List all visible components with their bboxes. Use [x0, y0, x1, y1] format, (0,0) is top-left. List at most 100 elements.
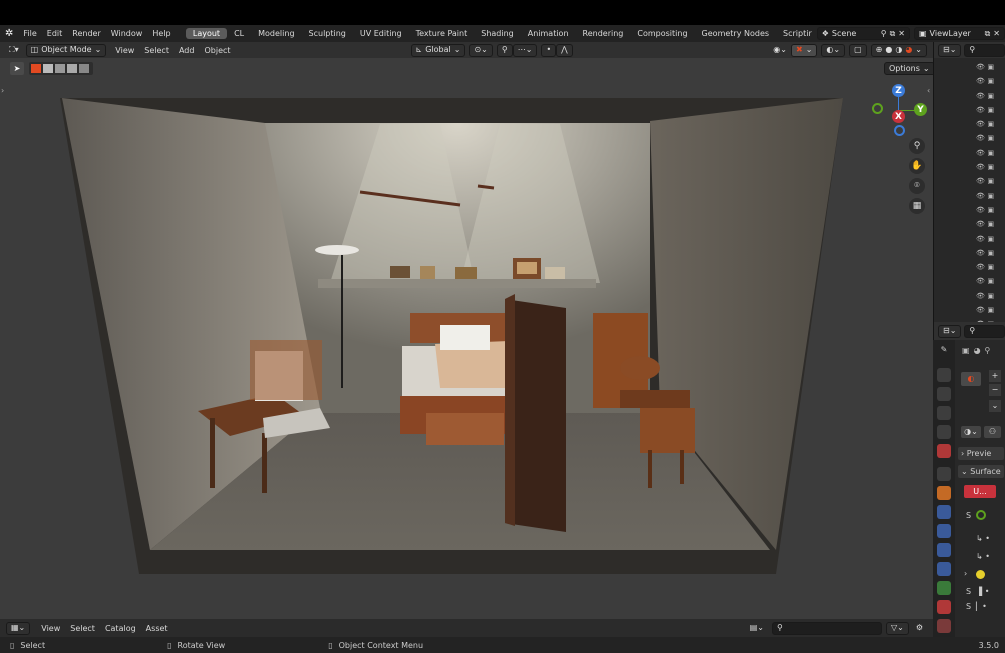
socket-row[interactable]: ↳ • — [976, 552, 990, 561]
collection-tab-icon[interactable] — [937, 467, 951, 481]
tab-texture-paint[interactable]: Texture Paint — [409, 28, 475, 39]
tab-sculpting[interactable]: Sculpting — [302, 28, 353, 39]
camera-icon[interactable]: ▣ — [987, 149, 994, 157]
new-scene-icon[interactable]: ⧉ — [890, 28, 896, 40]
tab-modeling[interactable]: Modeling — [251, 28, 301, 39]
xray-toggle[interactable]: ▢ — [849, 43, 867, 57]
search-icon[interactable]: ⚲ — [771, 621, 882, 635]
tab-scripting[interactable]: Scriptir — [776, 28, 815, 39]
camera-icon[interactable]: ▣ — [987, 306, 994, 314]
surface-panel-header[interactable]: ⌄ Surface — [958, 465, 1004, 478]
socket-yellow-icon[interactable] — [976, 570, 985, 579]
axis-y-icon[interactable]: Y — [914, 103, 927, 116]
search-icon[interactable]: ⚲ — [964, 324, 1005, 338]
close-icon[interactable]: ✕ — [898, 28, 905, 40]
rendered-shading-icon[interactable]: ◕ — [905, 44, 912, 56]
mode-selector[interactable]: ◫ Object Mode ⌄ — [25, 43, 107, 57]
menu-view[interactable]: View — [36, 624, 65, 633]
material-tab-icon[interactable] — [937, 600, 951, 614]
gizmo-toggle[interactable]: ✖ ⌄ — [790, 43, 818, 57]
editor-type-button[interactable]: ⊟⌄ — [938, 43, 962, 57]
socket-row[interactable]: ▏• — [976, 602, 987, 611]
camera-icon[interactable]: ▣ — [987, 77, 994, 85]
menu-asset[interactable]: Asset — [141, 624, 173, 633]
menu-add[interactable]: Add — [174, 46, 200, 55]
zoom-icon[interactable]: ⚲ — [909, 138, 925, 154]
socket-row[interactable]: ↳ • — [976, 534, 990, 543]
pan-hand-icon[interactable]: ✋ — [909, 158, 925, 174]
scene-tab-icon[interactable] — [937, 425, 951, 439]
eye-icon[interactable]: 👁 — [976, 63, 985, 71]
sphere-icon[interactable]: ◕ — [974, 346, 981, 355]
slot-add-button[interactable]: + — [989, 370, 1001, 382]
material-browse-button[interactable]: ◑⌄ — [961, 426, 981, 438]
tab-geometry-nodes[interactable]: Geometry Nodes — [695, 28, 776, 39]
3d-viewport[interactable]: ➤ › ‹ Z X Y ⚲ ✋ ⌾ ▦ Options ⌄ — [0, 58, 933, 619]
camera-icon[interactable]: ▣ — [987, 249, 994, 257]
eye-icon[interactable]: 👁 — [976, 306, 985, 314]
particles-tab-icon[interactable] — [937, 524, 951, 538]
options-dropdown[interactable]: Options ⌄ — [884, 62, 933, 75]
camera-icon[interactable]: ▣ — [987, 63, 994, 71]
menu-render[interactable]: Render — [67, 29, 105, 38]
blender-logo-icon[interactable]: ✲ — [0, 28, 18, 39]
camera-icon[interactable]: ▣ — [987, 235, 994, 243]
eye-icon[interactable]: 👁 — [976, 235, 985, 243]
editor-type-button[interactable]: ⊟⌄ — [938, 324, 962, 338]
visibility-button[interactable]: ◉⌄ — [769, 44, 791, 57]
shading-mode-buttons[interactable]: ⊕ ● ◑ ◕ ⌄ — [870, 43, 927, 57]
close-icon[interactable]: ✕ — [993, 28, 1000, 40]
outliner[interactable]: ⊟⌄ ⚲ 👁 ▣ 👁 ▣ 👁 ▣ 👁 ▣ 👁 ▣ 👁 ▣ 👁 ▣ 👁 ▣ 👁 ▣… — [933, 42, 1005, 328]
camera-icon[interactable]: ▣ — [987, 263, 994, 271]
tab-cl[interactable]: CL — [227, 28, 251, 39]
tab-shading[interactable]: Shading — [474, 28, 521, 39]
menu-file[interactable]: File — [18, 29, 41, 38]
eye-icon[interactable]: 👁 — [976, 106, 985, 114]
slot-remove-button[interactable]: − — [989, 384, 1001, 396]
menu-select[interactable]: Select — [65, 624, 100, 633]
eye-icon[interactable]: 👁 — [976, 192, 985, 200]
constraints-tab-icon[interactable] — [937, 562, 951, 576]
texture-tab-icon[interactable] — [937, 619, 951, 633]
scene-selector[interactable]: ❖ Scene ⚲ ⧉ ✕ — [816, 27, 910, 40]
eye-icon[interactable]: 👁 — [976, 120, 985, 128]
camera-icon[interactable]: ▣ — [987, 192, 994, 200]
tab-compositing[interactable]: Compositing — [630, 28, 694, 39]
material-shading-icon[interactable]: ◑ — [895, 44, 902, 56]
transform-orientation-selector[interactable]: ⊾ Global ⌄ — [410, 43, 466, 57]
pin-icon[interactable]: ▣ — [962, 346, 970, 355]
solid-shading-icon[interactable]: ● — [885, 44, 892, 56]
data-tab-icon[interactable] — [937, 581, 951, 595]
eye-icon[interactable]: 👁 — [976, 292, 985, 300]
snap-toggle[interactable]: ⚲ — [496, 43, 513, 57]
editor-type-button[interactable]: ▦⌄ — [6, 621, 31, 635]
eye-icon[interactable]: 👁 — [976, 134, 985, 142]
socket-row[interactable]: ▐ • — [976, 587, 989, 596]
search-icon[interactable]: ⚲ — [964, 43, 1005, 57]
wireframe-shading-icon[interactable]: ⊕ — [876, 44, 883, 56]
eye-icon[interactable]: 👁 — [976, 163, 985, 171]
view-layer-tab-icon[interactable] — [937, 406, 951, 420]
browse-icon[interactable]: ⚲ — [985, 346, 991, 355]
eye-icon[interactable]: 👁 — [976, 249, 985, 257]
world-tab-icon[interactable] — [937, 444, 951, 458]
menu-catalog[interactable]: Catalog — [100, 624, 141, 633]
tab-rendering[interactable]: Rendering — [576, 28, 631, 39]
tool-tab-icon[interactable]: ✎ — [937, 345, 951, 359]
socket-green-icon[interactable] — [976, 510, 986, 520]
preview-panel-header[interactable]: › Previe — [958, 447, 1004, 460]
display-mode-button[interactable]: ▤⌄ — [746, 622, 768, 635]
editor-type-button[interactable]: ⛶▾ — [5, 44, 23, 57]
material-slot-preview[interactable]: ◐ — [961, 372, 981, 386]
menu-view[interactable]: View — [110, 46, 139, 55]
tab-uv-editing[interactable]: UV Editing — [353, 28, 409, 39]
axis-neg-x-icon[interactable] — [872, 103, 883, 114]
camera-icon[interactable]: ▣ — [987, 220, 994, 228]
pin-icon[interactable]: ⚲ — [881, 28, 887, 40]
camera-view-icon[interactable]: ⌾ — [909, 178, 925, 194]
camera-icon[interactable]: ▣ — [987, 277, 994, 285]
settings-icon[interactable]: ⚙ — [912, 622, 927, 635]
menu-object[interactable]: Object — [199, 46, 235, 55]
modifier-tab-icon[interactable] — [937, 505, 951, 519]
menu-select[interactable]: Select — [139, 46, 174, 55]
